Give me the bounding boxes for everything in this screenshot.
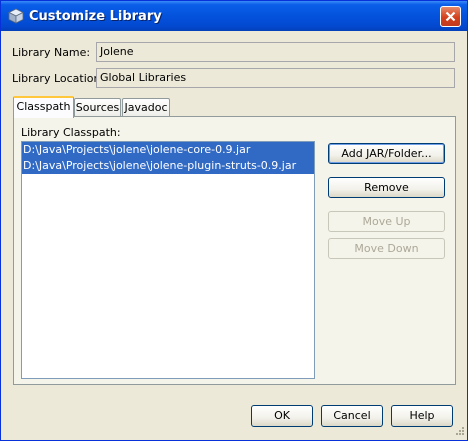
library-location-label: Library Location: <box>12 72 105 85</box>
tab-javadoc[interactable]: Javadoc <box>122 98 170 118</box>
library-name-field: Jolene <box>96 42 455 62</box>
list-item[interactable]: D:\Java\Projects\jolene\jolene-plugin-st… <box>22 158 314 174</box>
library-name-label: Library Name: <box>12 46 91 59</box>
move-down-button[interactable]: Move Down <box>328 238 445 259</box>
close-icon <box>445 11 456 22</box>
cancel-button[interactable]: Cancel <box>321 405 383 427</box>
title-bar[interactable]: Customize Library <box>1 1 467 31</box>
remove-button[interactable]: Remove <box>328 177 445 198</box>
tab-classpath[interactable]: Classpath <box>13 96 74 118</box>
library-classpath-label: Library Classpath: <box>21 126 121 139</box>
customize-library-dialog: Customize Library Library Name: Jolene L… <box>0 0 468 441</box>
library-cube-icon <box>8 8 24 24</box>
add-jar-folder-button[interactable]: Add JAR/Folder... <box>328 143 445 164</box>
help-button[interactable]: Help <box>391 405 453 427</box>
library-location-field: Global Libraries <box>96 68 455 88</box>
window-title: Customize Library <box>29 9 162 24</box>
resize-grip-icon[interactable] <box>453 426 465 438</box>
ok-button[interactable]: OK <box>251 405 313 427</box>
list-item[interactable]: D:\Java\Projects\jolene\jolene-core-0.9.… <box>22 142 314 158</box>
close-button[interactable] <box>440 6 461 27</box>
classpath-list[interactable]: D:\Java\Projects\jolene\jolene-core-0.9.… <box>21 141 315 379</box>
tab-sources[interactable]: Sources <box>74 98 121 118</box>
move-up-button[interactable]: Move Up <box>328 211 445 232</box>
